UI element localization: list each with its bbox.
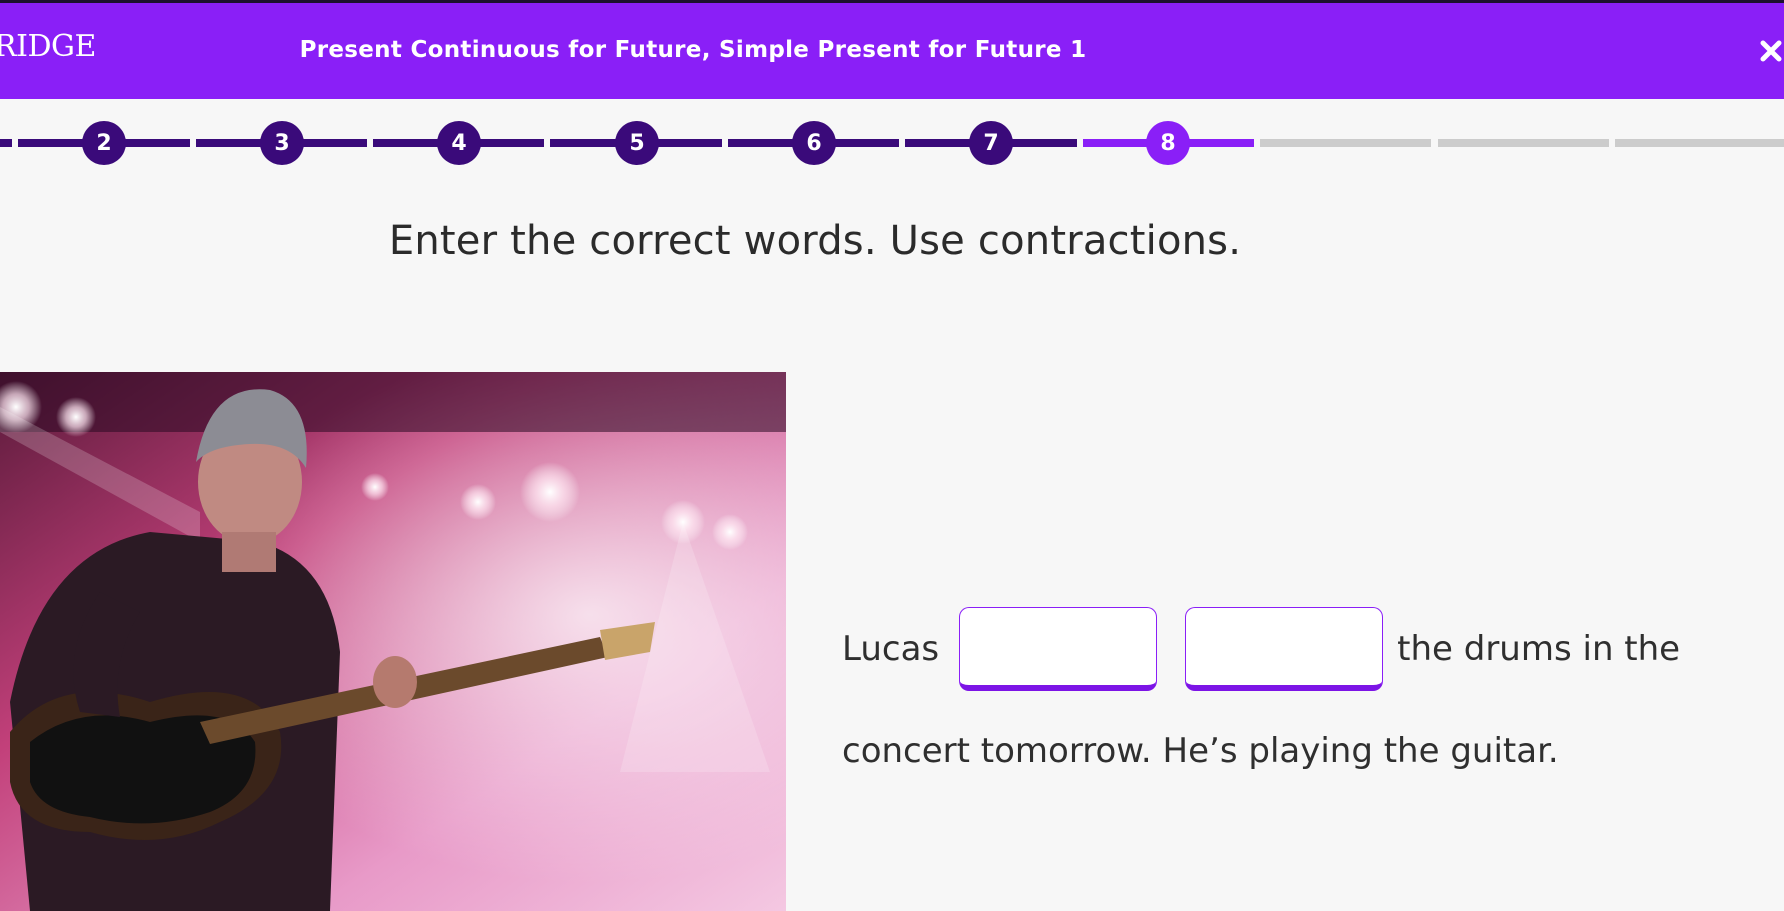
step-4[interactable]: 4 bbox=[437, 121, 481, 165]
step-3[interactable]: 3 bbox=[260, 121, 304, 165]
sentence-line-2-text: concert tomorrow. He’s playing the guita… bbox=[842, 731, 1559, 771]
guitarist-photo bbox=[0, 372, 786, 911]
sentence-start-text: Lucas bbox=[842, 629, 940, 669]
instruction-text: Enter the correct words. Use contraction… bbox=[388, 218, 1242, 264]
step-5[interactable]: 5 bbox=[615, 121, 659, 165]
top-bar: RIDGE Present Continuous for Future, Sim… bbox=[0, 0, 1784, 99]
activity-title: Present Continuous for Future, Simple Pr… bbox=[299, 37, 1087, 63]
exercise-sentence: Lucas the drums in the concert tomorrow.… bbox=[842, 598, 1702, 802]
step-2[interactable]: 2 bbox=[82, 121, 126, 165]
sentence-after-blanks-text: the drums in the bbox=[1397, 629, 1681, 669]
progress-tracker: 2 3 4 5 6 7 8 bbox=[0, 120, 1784, 165]
progress-segment bbox=[0, 139, 12, 147]
step-8-current[interactable]: 8 bbox=[1146, 121, 1190, 165]
progress-segment-pending bbox=[1615, 139, 1784, 147]
progress-segment-pending bbox=[1260, 139, 1431, 147]
close-icon[interactable] bbox=[1755, 35, 1784, 67]
answer-blank-1[interactable] bbox=[959, 607, 1158, 691]
step-6[interactable]: 6 bbox=[792, 121, 836, 165]
step-7[interactable]: 7 bbox=[969, 121, 1013, 165]
progress-segment-pending bbox=[1438, 139, 1609, 147]
answer-blank-2[interactable] bbox=[1185, 607, 1384, 691]
